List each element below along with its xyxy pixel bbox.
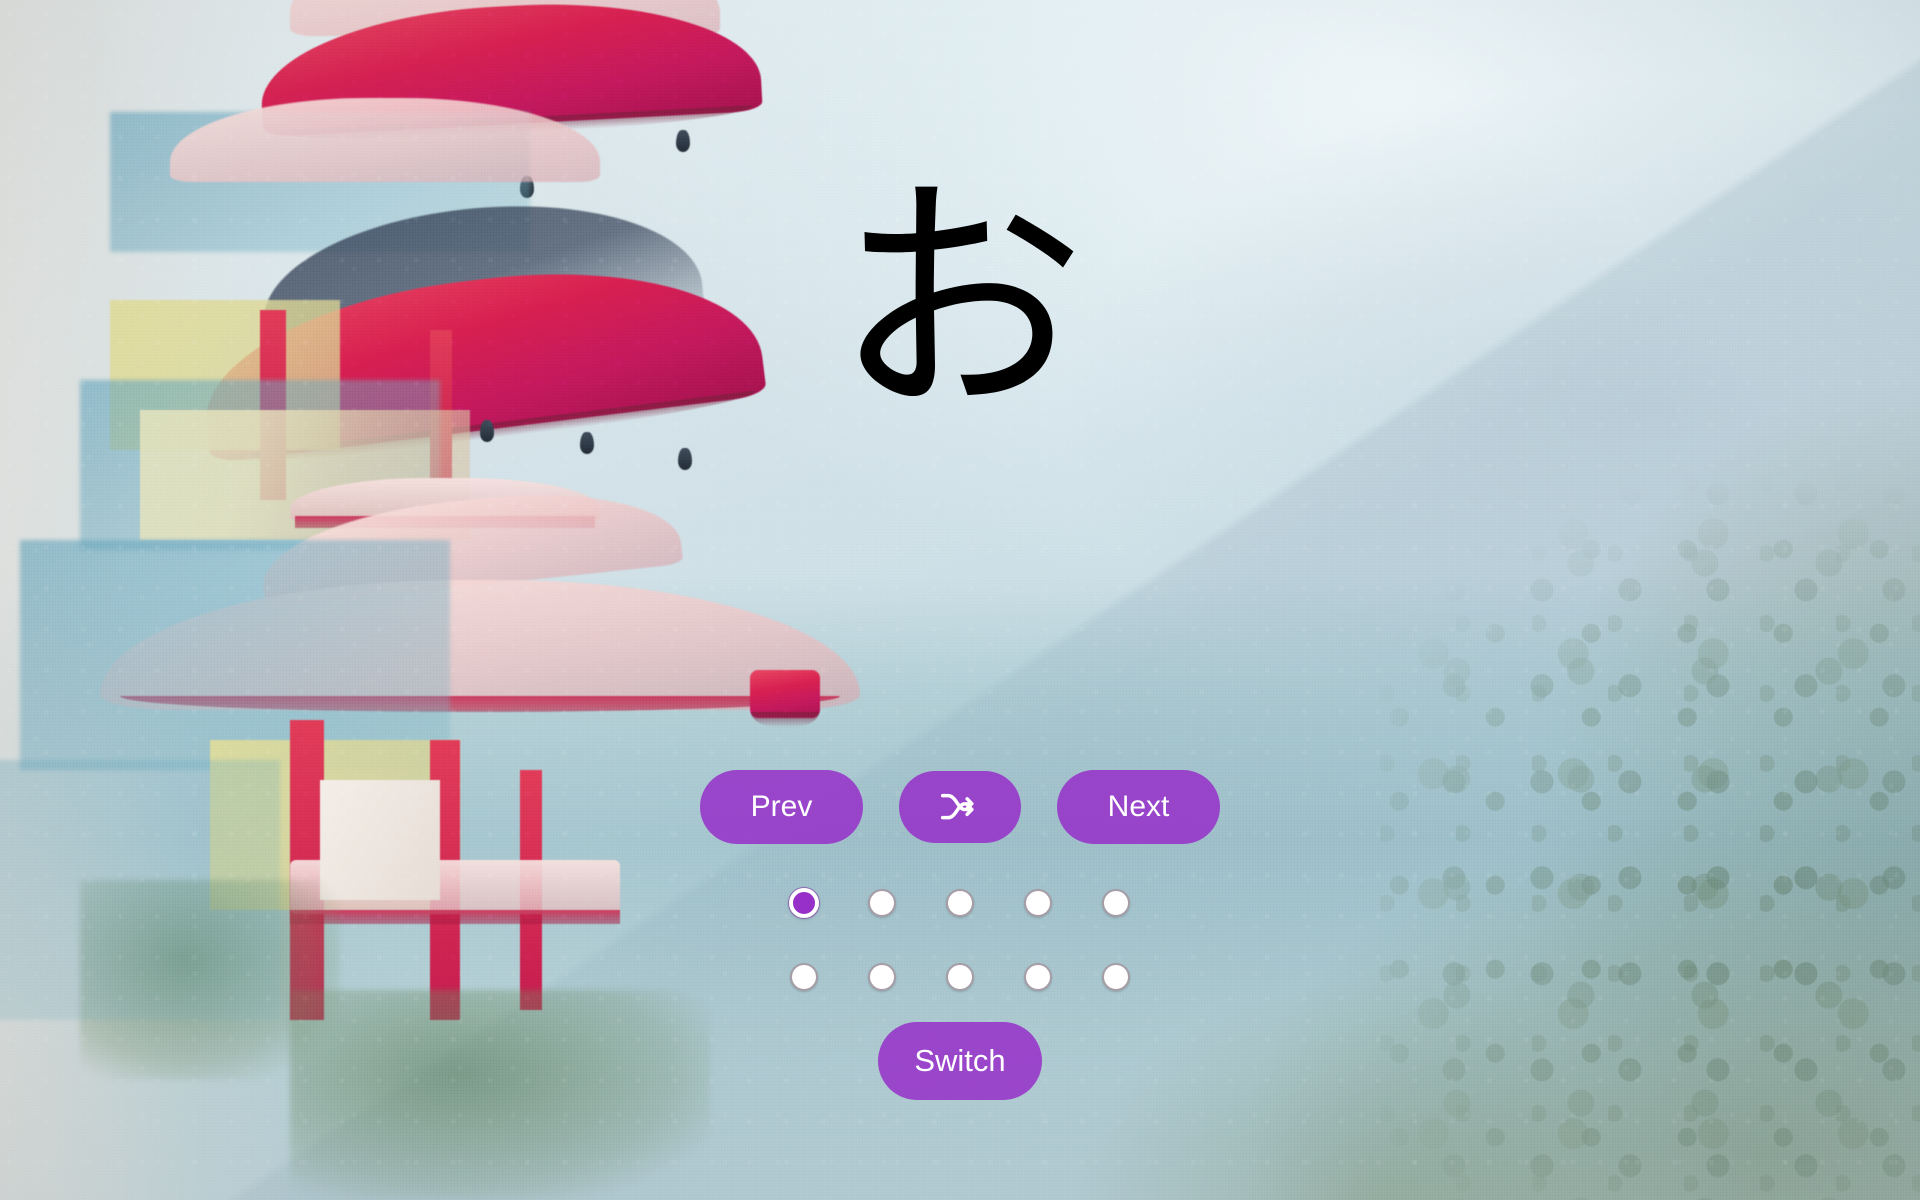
pagination-dot[interactable] [1024, 889, 1052, 917]
pagination-dot[interactable] [868, 889, 896, 917]
next-button[interactable]: Next [1057, 770, 1220, 844]
navigation-button-row: Prev Next [700, 770, 1220, 844]
flashcard-character: お [833, 155, 1086, 448]
pagination-dot[interactable] [1102, 963, 1130, 991]
pagination-dot[interactable] [946, 963, 974, 991]
controls-cluster: Prev Next Switch [0, 770, 1920, 1100]
shuffle-icon [940, 792, 980, 822]
pagination-dot[interactable] [1102, 889, 1130, 917]
prev-button[interactable]: Prev [700, 770, 863, 844]
pagination-dot[interactable] [1024, 963, 1052, 991]
app-stage: お Prev Next Switch [0, 0, 1920, 1200]
switch-button[interactable]: Switch [878, 1022, 1042, 1100]
shuffle-button[interactable] [899, 771, 1021, 843]
pagination-dot[interactable] [946, 889, 974, 917]
pagination-dot[interactable] [789, 888, 819, 918]
pagination-dot[interactable] [790, 963, 818, 991]
pagination-dot-grid [765, 866, 1155, 1014]
pagination-dot[interactable] [868, 963, 896, 991]
ui-overlay: お Prev Next Switch [0, 0, 1920, 1200]
